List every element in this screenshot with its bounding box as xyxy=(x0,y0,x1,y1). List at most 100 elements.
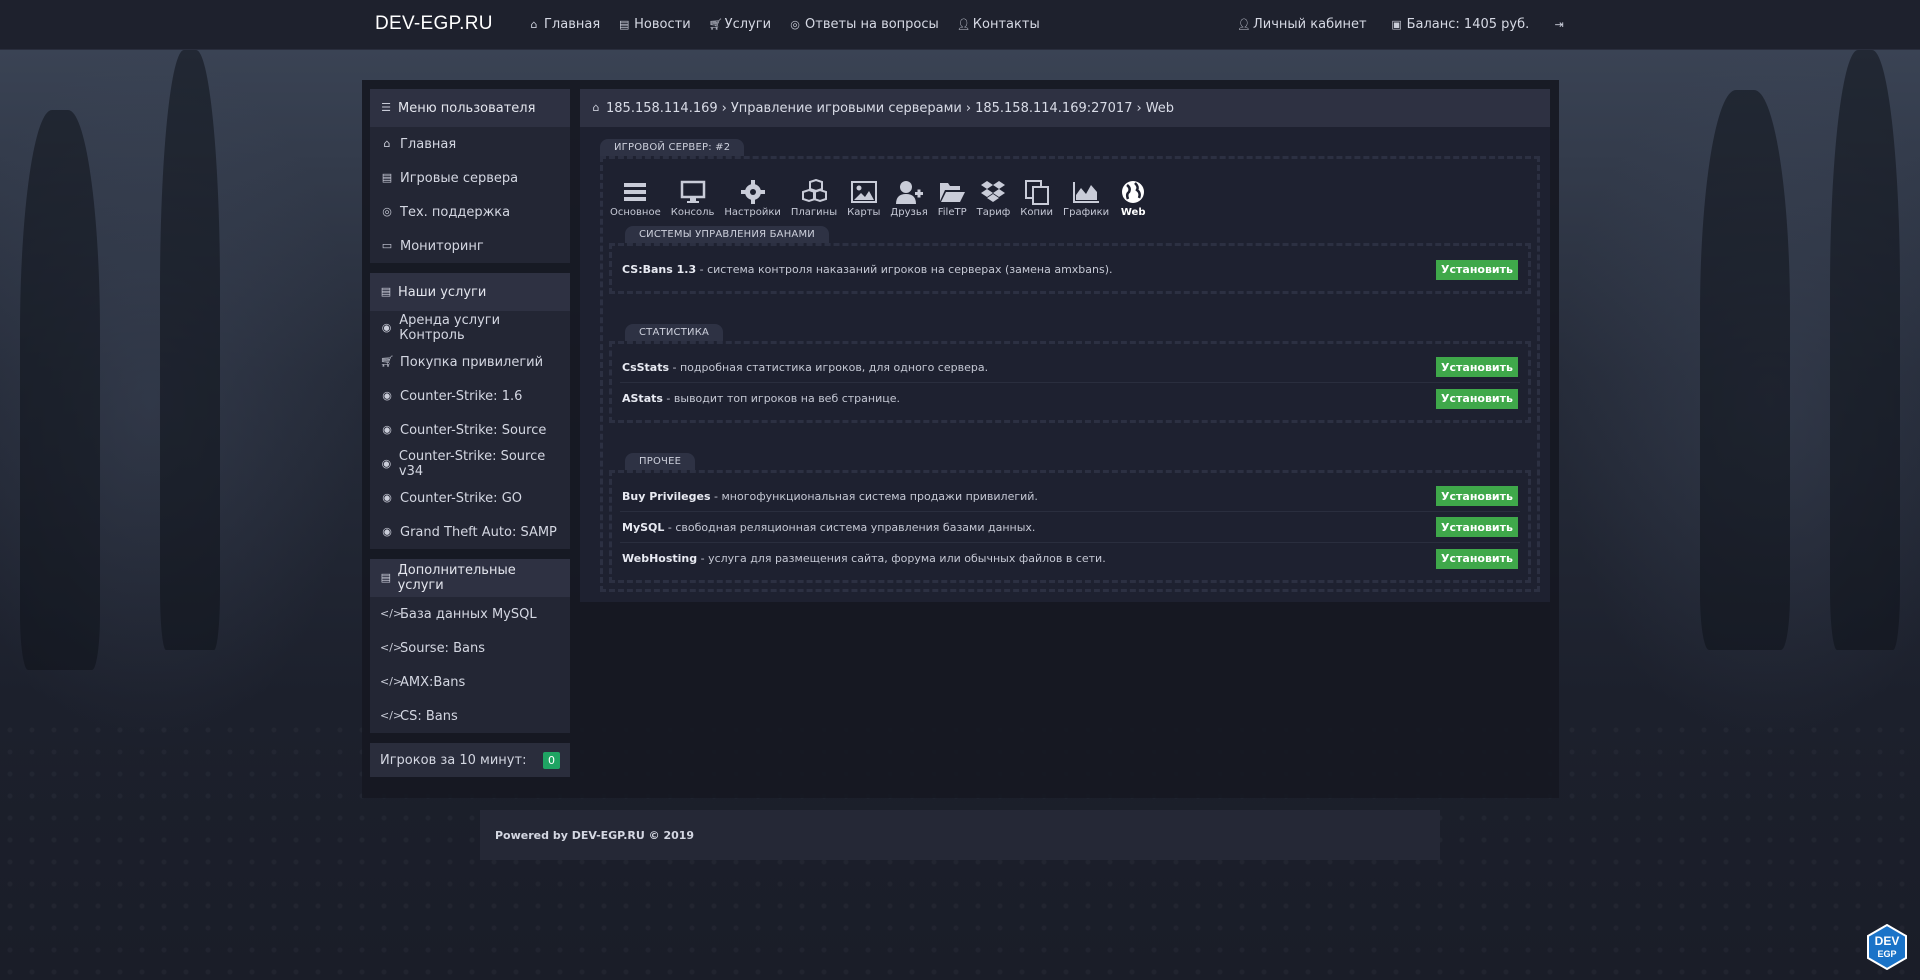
server-panel: ИГРОВОЙ СЕРВЕР: #2 Основное Консоль Наст… xyxy=(580,127,1550,602)
sidebar-item-privileges[interactable]: 🛒︎ Покупка привилегий xyxy=(370,345,570,379)
sidebar-item-home[interactable]: ⌂ Главная xyxy=(370,127,570,161)
dev-egp-logo[interactable]: DEV EGP xyxy=(1866,924,1908,970)
brand-logo[interactable]: DEV-EGP.RU xyxy=(375,13,493,35)
area-chart-icon xyxy=(1073,182,1100,203)
tool-charts[interactable]: Графики xyxy=(1058,179,1114,218)
copy-icon xyxy=(1024,180,1049,205)
lifebuoy-icon: ◎ xyxy=(790,17,800,31)
server-icon: ▤ xyxy=(380,285,392,298)
list-item: Buy Privileges - многофункциональная сис… xyxy=(620,481,1520,512)
tool-main[interactable]: Основное xyxy=(605,179,666,218)
tool-console[interactable]: Консоль xyxy=(666,179,720,218)
gamepad-icon: ◉ xyxy=(382,423,392,436)
code-icon: </> xyxy=(380,675,403,688)
sidebar-item-csgo[interactable]: ◉ Counter-Strike: GO xyxy=(370,481,570,515)
gamepad-icon: ◉ xyxy=(382,525,392,538)
main-nav: ⌂ Главная ▤ Новости 🛒︎ Услуги ◎ Ответы на во… xyxy=(528,17,1040,32)
tool-filetp[interactable]: FileTP xyxy=(933,179,972,218)
section-stats: СТАТИСТИКА CsStats - подробная статистик… xyxy=(609,324,1531,423)
extra-services-menu: ▤ Дополнительные услуги </> База данных My… xyxy=(370,559,570,733)
section-rows: CS:Bans 1.3 - система контроля наказаний… xyxy=(609,243,1531,294)
install-button[interactable]: Установить xyxy=(1436,548,1518,569)
svg-text:EGP: EGP xyxy=(1877,949,1896,959)
account-nav: 👤︎ Личный кабинет ▣ Баланс: 1405 руб. ⇥ xyxy=(1237,17,1565,32)
gear-icon xyxy=(740,180,765,204)
breadcrumb-server[interactable]: 185.158.114.169:27017 xyxy=(975,101,1132,116)
top-navbar: DEV-EGP.RU ⌂ Главная ▤ Новости 🛒︎ Услуги ◎ О… xyxy=(0,0,1920,50)
section-other: ПРОЧЕЕ Buy Privileges - многофункциональ… xyxy=(609,453,1531,583)
sidebar-item-mysql[interactable]: </> База данных MySQL xyxy=(370,597,570,631)
cubes-icon xyxy=(802,179,827,203)
sidebar-item-csbans[interactable]: </> CS: Bans xyxy=(370,699,570,733)
section-title: СТАТИСТИКА xyxy=(625,324,724,341)
install-button[interactable]: Установить xyxy=(1436,486,1518,506)
sign-out-icon: ⇥ xyxy=(1554,17,1564,31)
logout-button[interactable]: ⇥ xyxy=(1553,17,1565,32)
user-icon: 👤︎ xyxy=(956,17,971,31)
section-rows: CsStats - подробная статистика игроков, … xyxy=(609,341,1531,423)
tool-copies[interactable]: Копии xyxy=(1015,179,1058,218)
money-icon: ▣ xyxy=(1391,17,1402,31)
cart-icon: 🛒︎ xyxy=(708,17,723,31)
server-icon: ▤ xyxy=(381,171,393,184)
gamepad-icon: ◉ xyxy=(381,457,392,470)
section-bans: СИСТЕМЫ УПРАВЛЕНИЯ БАНАМИ CS:Bans 1.3 - … xyxy=(609,226,1531,294)
sidebar-item-cs16[interactable]: ◉ Counter-Strike: 1.6 xyxy=(370,379,570,413)
sidebar-item-monitoring[interactable]: ▭ Мониторинг xyxy=(370,229,570,263)
nav-contacts[interactable]: 👤︎ Контакты xyxy=(957,17,1040,32)
tool-web[interactable]: Web xyxy=(1114,179,1152,218)
tool-tariff[interactable]: Тариф xyxy=(972,179,1016,218)
sidebar-item-samp[interactable]: ◉ Grand Theft Auto: SAMP xyxy=(370,515,570,549)
nav-news[interactable]: ▤ Новости xyxy=(618,17,691,32)
services-menu: ▤ Наши услуги ◉ Аренда услуги Контроль 🛒︎ П… xyxy=(370,273,570,549)
sidebar-item-css-v34[interactable]: ◉ Counter-Strike: Source v34 xyxy=(370,447,570,481)
sidebar-item-css[interactable]: ◉ Counter-Strike: Source xyxy=(370,413,570,447)
section-title: ПРОЧЕЕ xyxy=(625,453,696,470)
gamepad-icon: ◉ xyxy=(382,491,392,504)
list-item: MySQL - свободная реляционная система уп… xyxy=(620,512,1520,543)
globe-icon xyxy=(1122,181,1145,203)
players-count-badge: 0 xyxy=(543,751,560,769)
account-link[interactable]: 👤︎ Личный кабинет xyxy=(1237,17,1367,32)
breadcrumb-servers[interactable]: Управление игровыми серверами xyxy=(731,101,962,116)
nav-home[interactable]: ⌂ Главная xyxy=(528,17,601,32)
sidebar-item-sourcebans[interactable]: </> Sourse: Bans xyxy=(370,631,570,665)
services-header: ▤ Наши услуги xyxy=(370,273,570,311)
code-icon: </> xyxy=(380,607,403,620)
home-icon: ⌂ xyxy=(383,137,391,150)
breadcrumb-sep-icon: › xyxy=(721,100,727,116)
balance-link[interactable]: ▣ Баланс: 1405 руб. xyxy=(1391,17,1529,32)
breadcrumb-sep-icon: › xyxy=(1136,100,1142,116)
newspaper-icon: ▤ xyxy=(618,17,630,31)
sidebar-item-game-servers[interactable]: ▤ Игровые сервера xyxy=(370,161,570,195)
svg-text:DEV: DEV xyxy=(1875,934,1900,948)
user-menu-header: ☰ Меню пользователя xyxy=(370,89,570,127)
user-plus-icon xyxy=(896,181,924,204)
sidebar-item-amxbans[interactable]: </> AMX:Bans xyxy=(370,665,570,699)
server-toolbar: Основное Консоль Настройки Плагины Карты… xyxy=(605,167,1531,222)
tool-maps[interactable]: Карты xyxy=(842,179,885,218)
install-button[interactable]: Установить xyxy=(1436,259,1518,280)
code-icon: </> xyxy=(380,709,403,722)
nav-services[interactable]: 🛒︎ Услуги xyxy=(709,17,771,32)
nav-faq[interactable]: ◎ Ответы на вопросы xyxy=(789,17,939,32)
section-rows: Buy Privileges - многофункциональная сис… xyxy=(609,470,1531,583)
sidebar-item-control-rent[interactable]: ◉ Аренда услуги Контроль xyxy=(370,311,570,345)
install-button[interactable]: Установить xyxy=(1436,357,1518,377)
install-button[interactable]: Установить xyxy=(1436,517,1518,537)
folder-open-icon xyxy=(940,183,966,202)
bars-icon xyxy=(624,183,647,201)
user-icon: 👤︎ xyxy=(1237,17,1251,31)
breadcrumb-current: Web xyxy=(1145,100,1175,116)
code-icon: </> xyxy=(380,641,403,654)
tool-settings[interactable]: Настройки xyxy=(719,179,785,218)
tool-plugins[interactable]: Плагины xyxy=(786,179,842,218)
tool-friends[interactable]: Друзья xyxy=(885,179,932,218)
install-button[interactable]: Установить xyxy=(1436,388,1518,409)
footer: Powered by DEV-EGP.RU © 2019 xyxy=(480,810,1440,860)
section-title: СИСТЕМЫ УПРАВЛЕНИЯ БАНАМИ xyxy=(625,226,829,243)
server-tag: ИГРОВОЙ СЕРВЕР: #2 xyxy=(600,139,745,156)
breadcrumb-ip[interactable]: 185.158.114.169 xyxy=(606,101,718,116)
sidebar-item-support[interactable]: ◎ Тех. поддержка xyxy=(370,195,570,229)
breadcrumb-sep-icon: › xyxy=(965,100,972,116)
